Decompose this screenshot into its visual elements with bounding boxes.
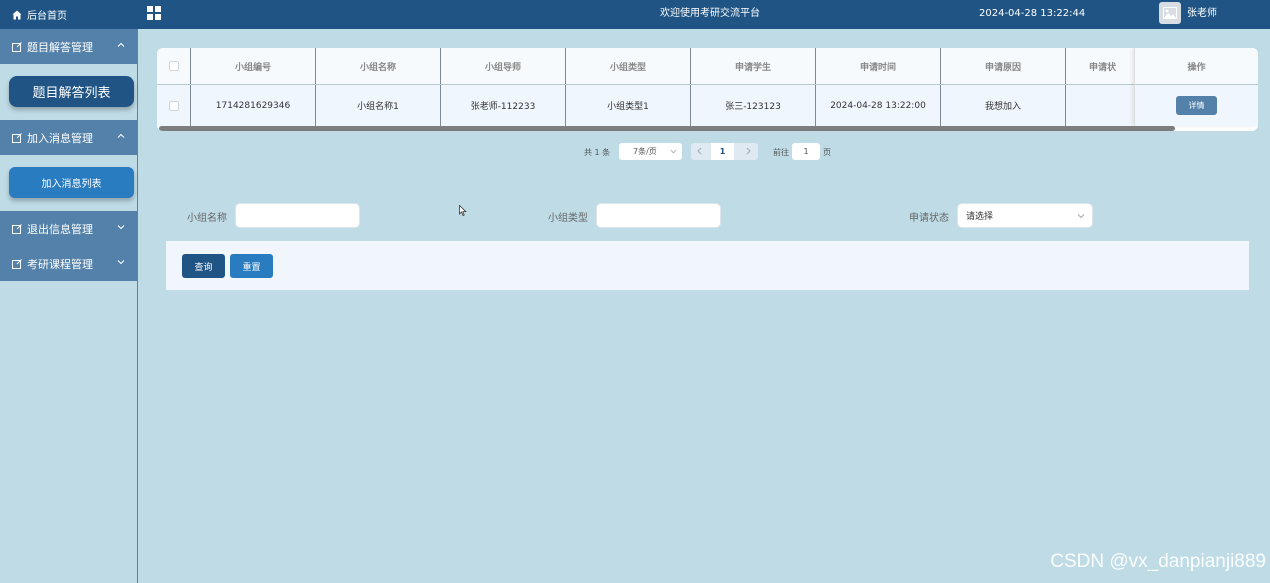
data-table: 小组编号 小组名称 小组导师 小组类型 申请学生 申请时间 申请原因 申请状 1…	[157, 48, 1258, 131]
prev-page-icon[interactable]	[695, 146, 705, 156]
sidebar: 题目解答管理 题目解答列表 加入消息管理 加入消息列表 退出信息管理 考研课程管…	[0, 29, 138, 583]
sidebar-item-join-list[interactable]: 加入消息列表	[9, 167, 134, 198]
submenu-join: 加入消息列表	[0, 155, 137, 211]
sidebar-item-exit-management[interactable]: 退出信息管理	[0, 211, 137, 246]
table-cell: 1714281629346	[191, 85, 316, 126]
horizontal-scrollbar[interactable]	[159, 126, 1175, 131]
submenu-answer: 题目解答列表	[0, 64, 137, 120]
row-select-cell	[157, 85, 191, 126]
page-number-current[interactable]: 1	[711, 143, 734, 160]
column-header[interactable]: 申请学生	[691, 48, 816, 84]
action-column: 操作 详情	[1134, 48, 1258, 126]
chevron-up-icon	[117, 42, 125, 47]
sidebar-item-label: 退出信息管理	[27, 222, 93, 236]
page-suffix: 页	[823, 148, 831, 157]
next-page-icon[interactable]	[743, 146, 753, 156]
select-all-checkbox[interactable]	[168, 61, 179, 71]
goto-page-input[interactable]: 1	[792, 143, 820, 160]
column-header[interactable]: 小组编号	[191, 48, 316, 84]
chevron-up-icon	[117, 133, 125, 138]
column-header[interactable]: 小组名称	[316, 48, 441, 84]
sidebar-item-answer-management[interactable]: 题目解答管理	[0, 29, 137, 64]
pagination: 共 1 条 7条/页 1 前往 1 页	[0, 143, 1270, 160]
detail-button[interactable]: 详情	[1176, 96, 1217, 115]
home-icon	[12, 10, 22, 19]
action-cell: 详情	[1135, 85, 1258, 126]
status-label: 申请状态	[909, 213, 949, 224]
reset-button[interactable]: 重置	[230, 254, 273, 278]
site-title: 欢迎使用考研交流平台	[660, 8, 760, 19]
mouse-cursor-icon	[459, 205, 467, 216]
home-link[interactable]: 后台首页	[0, 0, 138, 29]
column-header-action: 操作	[1135, 48, 1258, 85]
chevron-down-icon	[117, 225, 125, 230]
username[interactable]: 张老师	[1187, 0, 1217, 29]
status-select[interactable]: 请选择	[957, 203, 1093, 228]
sidebar-item-label: 题目解答管理	[27, 40, 93, 54]
home-label: 后台首页	[27, 11, 67, 22]
grid-menu-icon[interactable]	[147, 6, 161, 20]
table-header: 小组编号 小组名称 小组导师 小组类型 申请学生 申请时间 申请原因 申请状	[157, 48, 1191, 85]
column-header[interactable]: 申请原因	[941, 48, 1066, 84]
edit-icon	[12, 132, 22, 143]
watermark: CSDN @vx_danpianji889	[1050, 551, 1266, 572]
sidebar-item-label: 考研课程管理	[27, 257, 93, 271]
group-type-label: 小组类型	[548, 213, 588, 224]
edit-icon	[12, 41, 22, 52]
table-cell: 小组类型1	[566, 85, 691, 126]
status-placeholder: 请选择	[966, 212, 994, 222]
chevron-down-icon	[117, 260, 125, 265]
table-cell: 张老师-112233	[441, 85, 566, 126]
chevron-down-icon	[670, 149, 677, 154]
column-header[interactable]: 小组导师	[441, 48, 566, 84]
table-cell: 我想加入	[941, 85, 1066, 126]
page-size-value: 7条/页	[633, 147, 657, 156]
table-cell: 小组名称1	[316, 85, 441, 126]
image-icon	[1163, 7, 1177, 19]
sidebar-item-answer-list[interactable]: 题目解答列表	[9, 76, 134, 107]
table-cell: 2024-04-28 13:22:00	[816, 85, 941, 126]
chevron-down-icon	[1077, 214, 1085, 219]
page-size-select[interactable]: 7条/页	[619, 143, 682, 160]
group-name-input[interactable]	[235, 203, 360, 228]
goto-label: 前往	[773, 148, 789, 157]
row-checkbox[interactable]	[168, 100, 179, 111]
page-navigator: 1	[691, 143, 758, 160]
total-count: 共 1 条	[584, 148, 611, 157]
select-all-cell	[157, 48, 191, 84]
column-header[interactable]: 小组类型	[566, 48, 691, 84]
group-type-input[interactable]	[596, 203, 721, 228]
group-name-label: 小组名称	[187, 213, 227, 224]
query-button[interactable]: 查询	[182, 254, 225, 278]
table-cell: 张三-123123	[691, 85, 816, 126]
table-row[interactable]: 1714281629346 小组名称1 张老师-112233 小组类型1 张三-…	[157, 85, 1191, 126]
column-header[interactable]: 申请时间	[816, 48, 941, 84]
sidebar-item-course-management[interactable]: 考研课程管理	[0, 246, 137, 281]
edit-icon	[12, 223, 22, 234]
avatar[interactable]	[1159, 2, 1181, 24]
edit-icon	[12, 258, 22, 269]
action-panel: 查询 重置	[166, 241, 1249, 290]
datetime-display: 2024-04-28 13:22:44	[979, 8, 1086, 19]
top-bar: 后台首页 欢迎使用考研交流平台 2024-04-28 13:22:44 张老师	[0, 0, 1270, 29]
